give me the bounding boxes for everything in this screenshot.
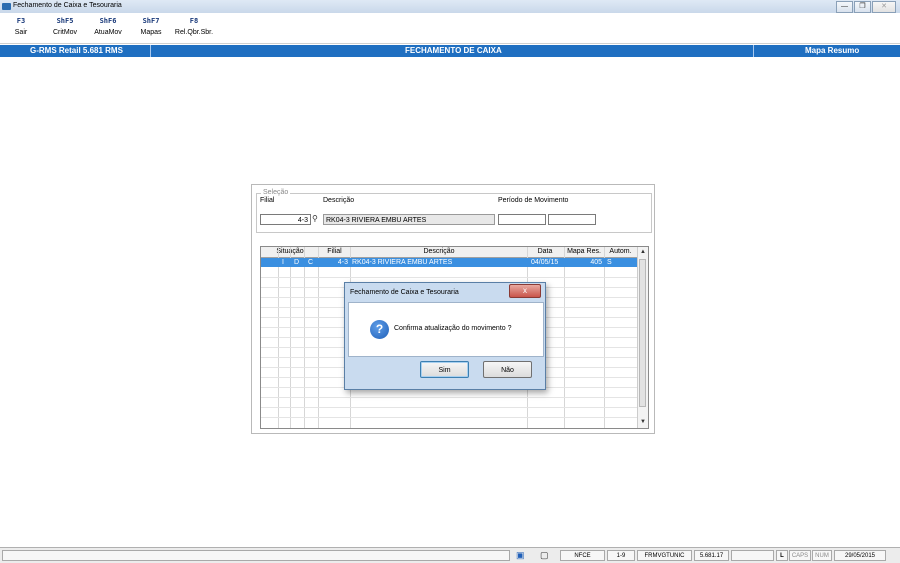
status-l: L xyxy=(776,550,788,561)
grid-row-line xyxy=(261,407,637,408)
toolbar-label: AtuaMov xyxy=(94,29,122,36)
cell-autom: S xyxy=(607,259,612,266)
toolbar-item-critmov[interactable]: ShF5 CritMov xyxy=(49,17,81,36)
status-caps: CAPS xyxy=(789,550,811,561)
toolbar-item-rel-qbr-sbr[interactable]: F8 Rel.Qbr.Sbr. xyxy=(172,17,216,36)
selection-group-title: Seleção xyxy=(261,189,291,196)
window-controls: — ❐ ✕ xyxy=(835,1,896,13)
status-page: 1-9 xyxy=(607,550,635,561)
binoculars-icon[interactable]: ⚲ xyxy=(312,214,322,223)
cell-mapa-res: 405 xyxy=(590,259,602,266)
system-version: G-RMS Retail 5.681 RMS xyxy=(30,46,123,55)
title-bar: Fechamento de Caixa e Tesouraria — ❐ ✕ xyxy=(0,0,900,13)
status-bar: ▣ ▢ NFCE 1-9 FRMVGTUNIC 5.681.17 L CAPS … xyxy=(0,547,900,563)
status-version: 5.681.17 xyxy=(694,550,729,561)
grid-row-line xyxy=(261,277,637,278)
column-header-autom[interactable]: Autom. xyxy=(605,248,636,255)
status-nfce: NFCE xyxy=(560,550,605,561)
status-message-area xyxy=(2,550,510,561)
column-header-mapa-res[interactable]: Mapa Res. xyxy=(565,248,603,255)
header-mapa-resumo: Mapa Resumo xyxy=(805,46,860,55)
toolbar-key: ShF6 xyxy=(99,17,117,25)
no-button[interactable]: Não xyxy=(483,361,532,378)
grid-scrollbar[interactable]: ▲ ▼ xyxy=(637,247,648,428)
column-header-filial[interactable]: Filial xyxy=(319,248,350,255)
restore-button[interactable]: ❐ xyxy=(854,1,871,13)
column-header-data[interactable]: Data xyxy=(527,248,563,255)
descricao-field: RK04-3 RIVIERA EMBU ARTES xyxy=(323,214,495,225)
minimize-button[interactable]: — xyxy=(836,1,853,13)
dialog-close-button[interactable]: x xyxy=(509,284,541,298)
periodo-label: Período de Movimento xyxy=(498,197,569,204)
column-header-descricao[interactable]: Descrição xyxy=(351,248,527,255)
toolbar-item-atuamov[interactable]: ShF6 AtuaMov xyxy=(90,17,126,36)
dialog-message: Confirma atualização do movimento ? xyxy=(394,325,512,332)
status-num: NUM xyxy=(812,550,832,561)
close-button[interactable]: ✕ xyxy=(872,1,896,13)
status-empty xyxy=(731,550,774,561)
yes-button[interactable]: Sim xyxy=(420,361,469,378)
toolbar-label: CritMov xyxy=(52,29,78,36)
cell-sit-d: D xyxy=(294,259,300,266)
cell-filial: 4-3 xyxy=(337,259,348,266)
page-title: FECHAMENTO DE CAIXA xyxy=(405,46,502,55)
grid-row-line xyxy=(261,417,637,418)
toolbar-item-sair[interactable]: F3 Sair xyxy=(9,17,33,36)
toolbar-label: Sair xyxy=(14,29,28,36)
toolbar-item-mapas[interactable]: ShF7 Mapas xyxy=(137,17,165,36)
cell-data: 04/05/15 xyxy=(531,259,559,266)
module-header-bar: G-RMS Retail 5.681 RMS FECHAMENTO DE CAI… xyxy=(0,45,900,57)
toolbar-key: F8 xyxy=(189,17,199,25)
dialog-body: ? Confirma atualização do movimento ? xyxy=(348,302,544,357)
document-icon: ▢ xyxy=(540,550,549,560)
question-icon: ? xyxy=(370,320,389,339)
cell-sit-i: I xyxy=(282,259,284,266)
scroll-thumb[interactable] xyxy=(639,259,646,407)
grid-row-line xyxy=(261,397,637,398)
cell-descricao: RK04-3 RIVIERA EMBU ARTES xyxy=(352,259,453,266)
filial-field[interactable]: 4-3 xyxy=(260,214,311,225)
status-form: FRMVGTUNIC xyxy=(637,550,692,561)
header-divider xyxy=(753,45,754,57)
scroll-down-icon[interactable]: ▼ xyxy=(638,417,648,427)
selection-group: Seleção Filial 4-3 ⚲ Descrição RK04-3 RI… xyxy=(256,189,652,233)
periodo-from-field[interactable] xyxy=(498,214,546,225)
function-key-toolbar: F3 Sair ShF5 CritMov ShF6 AtuaMov ShF7 M… xyxy=(0,14,900,44)
toolbar-label: Mapas xyxy=(140,29,162,36)
filial-label: Filial xyxy=(260,197,275,204)
descricao-label: Descrição xyxy=(323,197,355,204)
toolbar-key: ShF5 xyxy=(56,17,74,25)
header-divider xyxy=(150,45,151,57)
toolbar-label: Rel.Qbr.Sbr. xyxy=(174,29,214,36)
table-row-selected[interactable]: I D C 4-3 RK04-3 RIVIERA EMBU ARTES 04/0… xyxy=(261,258,637,267)
cell-sit-c: C xyxy=(308,259,314,266)
status-date: 29/05/2015 xyxy=(834,550,886,561)
app-icon xyxy=(2,3,11,10)
dialog-title: Fechamento de Caixa e Tesouraria xyxy=(350,289,459,296)
toolbar-key: ShF7 xyxy=(142,17,160,25)
network-icon: ▣ xyxy=(516,550,525,560)
window-title: Fechamento de Caixa e Tesouraria xyxy=(13,2,122,9)
periodo-to-field[interactable] xyxy=(548,214,596,225)
confirm-dialog: Fechamento de Caixa e Tesouraria x ? Con… xyxy=(344,282,546,390)
scroll-up-icon[interactable]: ▲ xyxy=(638,247,648,257)
toolbar-key: F3 xyxy=(16,17,26,25)
